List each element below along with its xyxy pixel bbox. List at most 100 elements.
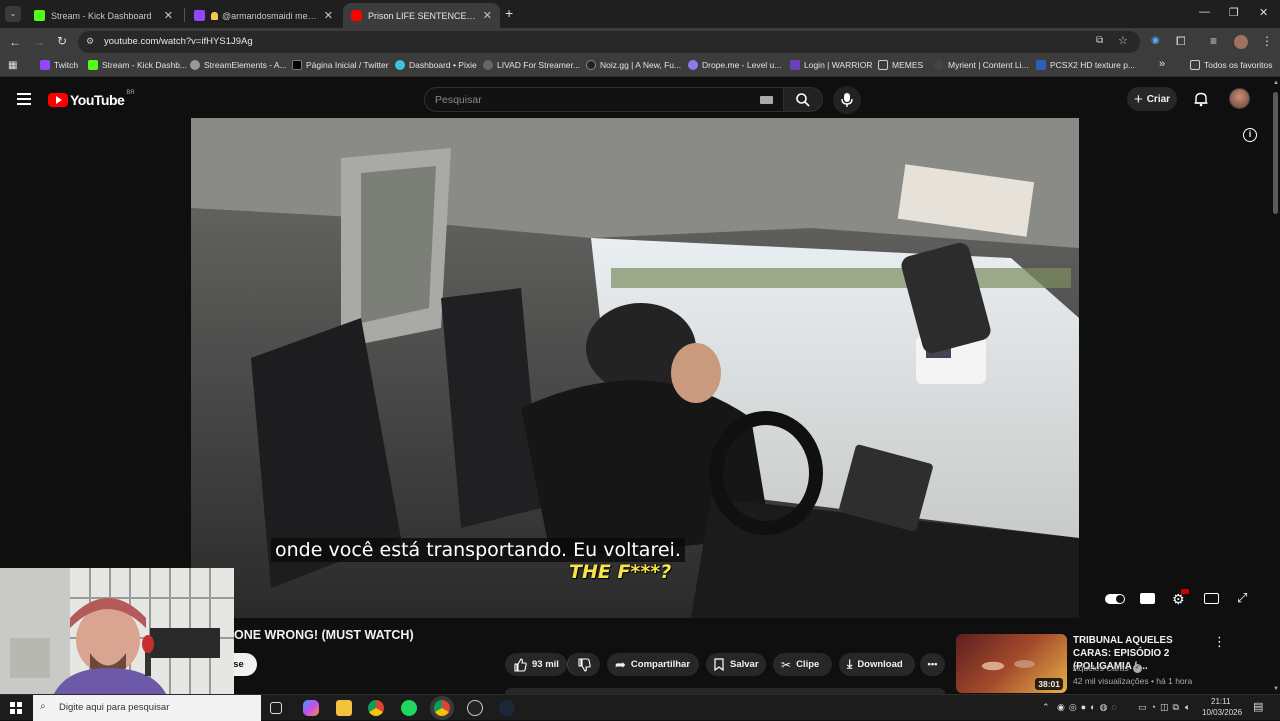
- fullscreen-icon[interactable]: ⤢: [1237, 590, 1247, 606]
- extension-icon[interactable]: ◉: [1151, 35, 1160, 46]
- forward-icon[interactable]: →: [33, 35, 45, 49]
- bookmark-folder-memes[interactable]: MEMES: [878, 60, 923, 70]
- media-controls-icon[interactable]: ≡: [1210, 34, 1217, 48]
- apps-grid-icon[interactable]: ▦: [8, 60, 17, 71]
- steam-icon[interactable]: [499, 700, 515, 716]
- dislike-button[interactable]: [567, 653, 600, 676]
- file-explorer-icon[interactable]: [336, 700, 352, 716]
- taskbar-search-input[interactable]: ⌕ Digite aqui para pesquisar: [33, 695, 261, 721]
- create-button[interactable]: + Criar: [1127, 87, 1177, 111]
- windows-start-icon[interactable]: [10, 702, 22, 714]
- download-button[interactable]: ⤓ Download: [839, 653, 915, 676]
- close-icon[interactable]: ✕: [164, 9, 173, 22]
- browser-tab-twitch[interactable]: @armandosmaidi mentione ✕: [186, 3, 341, 28]
- settings-gear-icon[interactable]: ⚙: [1172, 589, 1189, 608]
- voice-search-button[interactable]: [833, 86, 861, 114]
- save-button[interactable]: Salvar: [706, 653, 766, 676]
- taskbar-date[interactable]: 10/03/2026: [1202, 708, 1242, 717]
- close-window-icon[interactable]: ✕: [1259, 6, 1268, 19]
- task-view-icon[interactable]: [270, 702, 282, 714]
- site-info-icon[interactable]: ⚙: [86, 36, 94, 47]
- more-actions-button[interactable]: •••: [920, 653, 945, 676]
- chrome-active-icon[interactable]: [434, 700, 450, 716]
- x-icon: [292, 60, 302, 70]
- browser-tab-youtube[interactable]: Prison LIFE SENTENCE Prank Gl ✕: [343, 3, 500, 28]
- spotify-icon[interactable]: [401, 700, 417, 716]
- bookmark-warrior[interactable]: Login | WARRIOR: [790, 60, 873, 70]
- restore-icon[interactable]: ❐: [1229, 6, 1239, 19]
- browser-tab-kick[interactable]: Stream - Kick Dashboard ✕: [26, 3, 181, 28]
- bookmark-streamelements[interactable]: StreamElements - A...: [190, 60, 287, 70]
- new-tab-button[interactable]: +: [505, 5, 513, 21]
- windows-taskbar: ⌕ Digite aqui para pesquisar ⌃ ◉◎●◐◍◌ ▭◔…: [0, 694, 1280, 721]
- video-duration-badge: 38:01: [1035, 678, 1063, 690]
- account-avatar[interactable]: [1229, 88, 1250, 109]
- install-app-icon[interactable]: ⧉: [1096, 35, 1103, 46]
- bookmark-pcsx2[interactable]: PCSX2 HD texture p...: [1036, 60, 1135, 70]
- webcam-overlay: [0, 568, 234, 704]
- taskbar-time[interactable]: 21:11: [1211, 697, 1230, 706]
- page-scrollbar[interactable]: ▲ ▼: [1271, 78, 1280, 694]
- search-icon: ⌕: [40, 701, 46, 712]
- bookmark-kick[interactable]: Stream - Kick Dashb...: [88, 60, 187, 70]
- notifications-icon[interactable]: ▤: [1253, 700, 1263, 713]
- bookmark-star-icon[interactable]: ☆: [1118, 34, 1128, 47]
- menu-hamburger-icon[interactable]: [17, 90, 31, 108]
- scroll-down-arrow-icon[interactable]: ▼: [1273, 686, 1279, 692]
- youtube-icon: [351, 10, 362, 21]
- reload-icon[interactable]: ↻: [57, 34, 67, 48]
- back-icon[interactable]: ←: [9, 35, 21, 49]
- video-player[interactable]: onde você está transportando. Eu voltare…: [191, 118, 1079, 618]
- recommended-video-item[interactable]: 38:01 TRIBUNAL AQUELES CARAS: EPISÓDIO 2…: [956, 634, 1226, 694]
- youtube-logo[interactable]: YouTube BR: [48, 90, 135, 108]
- search-button[interactable]: [783, 87, 823, 112]
- info-icon[interactable]: i: [1243, 128, 1257, 142]
- bookmark-pixie[interactable]: Dashboard • Pixie: [395, 60, 477, 70]
- scroll-up-arrow-icon[interactable]: ▲: [1273, 80, 1279, 86]
- menu-kebab-icon[interactable]: ⋮: [1261, 34, 1273, 48]
- subtitles-cc-icon[interactable]: [1140, 593, 1155, 604]
- tab-search-button[interactable]: ⌄: [5, 6, 21, 22]
- copilot-icon[interactable]: [303, 700, 319, 716]
- close-icon[interactable]: ✕: [324, 9, 333, 22]
- clip-button[interactable]: ✂ Clipe: [773, 653, 832, 676]
- scrollbar-thumb[interactable]: [1273, 92, 1278, 214]
- keyboard-icon[interactable]: [760, 96, 773, 104]
- profile-avatar[interactable]: [1234, 35, 1248, 49]
- obs-icon[interactable]: [467, 700, 483, 716]
- chrome-icon[interactable]: [368, 700, 384, 716]
- tray-system-icons[interactable]: ▭◔◫⧉: [1138, 702, 1183, 713]
- bookmarks-overflow-chevron[interactable]: »: [1159, 58, 1165, 70]
- extensions-puzzle-icon[interactable]: ⧠: [1176, 34, 1186, 49]
- all-bookmarks-folder[interactable]: Todos os favoritos: [1190, 60, 1273, 70]
- bookmark-livad[interactable]: LIVAD For Streamer...: [483, 60, 580, 70]
- video-title: ONE WRONG! (MUST WATCH): [234, 628, 414, 642]
- bookmark-twitch[interactable]: Twitch: [40, 60, 78, 70]
- kick-icon: [34, 10, 45, 21]
- address-bar[interactable]: ⚙ youtube.com/watch?v=ifHYS1J9Ag ⧉ ☆: [78, 31, 1140, 53]
- download-icon: ⤓: [847, 657, 853, 671]
- minimize-icon[interactable]: —: [1199, 6, 1210, 18]
- search-input[interactable]: Pesquisar: [424, 87, 784, 112]
- webcam-feed-image: [0, 568, 234, 704]
- bookmark-drope[interactable]: Drope.me - Level u...: [688, 60, 781, 70]
- bookmark-noiz[interactable]: Noiz.gg | A New, Fu...: [586, 60, 681, 70]
- recommended-item-menu-icon[interactable]: ⋮: [1213, 634, 1226, 650]
- twitch-icon: [40, 60, 50, 70]
- autoplay-toggle[interactable]: [1105, 594, 1125, 604]
- pixie-icon: [395, 60, 405, 70]
- miniplayer-icon[interactable]: [1204, 593, 1219, 604]
- like-button[interactable]: 93 mil: [505, 653, 567, 676]
- thumbs-up-icon: [514, 657, 527, 672]
- tray-app-icons[interactable]: ◉◎●◐◍◌: [1057, 702, 1121, 713]
- notifications-bell-icon[interactable]: [1193, 91, 1209, 107]
- bookmark-myrient[interactable]: Myrient | Content Li...: [934, 60, 1029, 70]
- bookmark-twitter[interactable]: Página Inicial / Twitter: [292, 60, 389, 70]
- volume-icon[interactable]: 🔈︎: [1185, 702, 1190, 713]
- toggle-knob-icon: [1116, 595, 1124, 603]
- share-button[interactable]: ➦ Compartilhar: [607, 653, 699, 676]
- warrior-icon: [790, 60, 800, 70]
- tray-overflow-chevron-icon[interactable]: ⌃: [1042, 702, 1050, 713]
- scissors-icon: ✂: [781, 657, 792, 672]
- close-icon[interactable]: ✕: [483, 9, 492, 22]
